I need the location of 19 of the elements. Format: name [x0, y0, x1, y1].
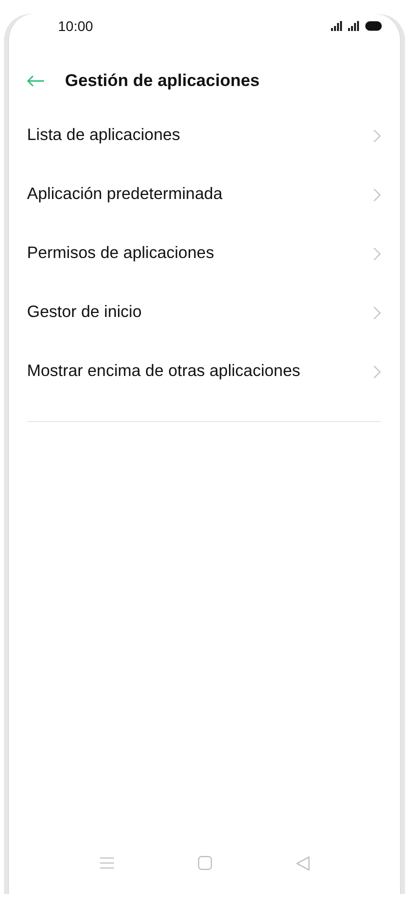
settings-item[interactable]: Lista de aplicaciones: [9, 106, 400, 165]
back-icon[interactable]: [296, 856, 310, 870]
settings-item[interactable]: Aplicación predeterminada: [9, 165, 400, 224]
page-title: Gestión de aplicaciones: [65, 71, 260, 91]
settings-item[interactable]: Mostrar encima de otras aplicaciones: [9, 342, 400, 401]
chevron-right-icon: [373, 246, 381, 260]
menu-icon[interactable]: [100, 857, 114, 869]
settings-item[interactable]: Permisos de aplicaciones: [9, 224, 400, 283]
signal-icon: [348, 21, 360, 31]
status-time: 10:00: [58, 18, 94, 34]
chevron-right-icon: [373, 364, 381, 378]
back-button[interactable]: [27, 75, 45, 87]
chevron-right-icon: [373, 128, 381, 142]
settings-item[interactable]: Gestor de inicio: [9, 283, 400, 342]
battery-icon: [365, 21, 382, 31]
signal-icon: [331, 21, 343, 31]
chevron-right-icon: [373, 188, 381, 202]
chevron-right-icon: [373, 306, 381, 320]
home-icon[interactable]: [198, 856, 212, 870]
